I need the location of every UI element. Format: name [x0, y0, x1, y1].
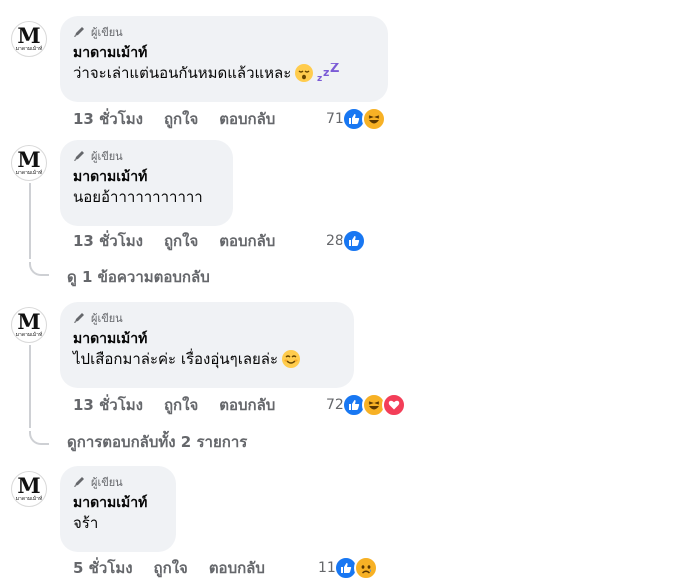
reaction-summary[interactable]: 28 [326, 229, 366, 253]
like-reaction-icon [341, 229, 366, 253]
comment-2: M มาดามเม้าท์ ผู้เขียน มาดามเม้าท์ นอยอ้… [0, 140, 700, 290]
view-replies-link[interactable]: ดูการตอบกลับทั้ง 2 รายการ [67, 430, 247, 454]
love-reaction-icon [381, 393, 406, 417]
author-name[interactable]: มาดามเม้าท์ [73, 493, 163, 513]
svg-text:z: z [317, 74, 322, 83]
haha-reaction-icon [361, 107, 386, 131]
comment-text: จร้า [73, 514, 99, 532]
reply-button[interactable]: ตอบกลับ [219, 107, 275, 131]
comment-text: ไปเสือกมาล่ะค่ะ เรื่องอุ่นๆเลยล่ะ [73, 349, 341, 369]
reaction-summary[interactable]: 11 [318, 556, 378, 580]
sad-reaction-icon [353, 556, 378, 580]
comment-actions: 13 ชั่วโมง ถูกใจ ตอบกลับ [73, 107, 275, 131]
timestamp[interactable]: 5 ชั่วโมง [73, 556, 133, 580]
timestamp[interactable]: 13 ชั่วโมง [73, 393, 143, 417]
comment-actions: 5 ชั่วโมง ถูกใจ ตอบกลับ [73, 556, 265, 580]
smiling-face-emoji [282, 350, 301, 368]
author-badge: ผู้เขียน [73, 311, 341, 325]
view-replies-link[interactable]: ดู 1 ข้อความตอบกลับ [67, 265, 210, 289]
like-button[interactable]: ถูกใจ [164, 229, 198, 253]
author-name[interactable]: มาดามเม้าท์ [73, 43, 375, 63]
avatar[interactable]: M มาดามเม้าท์ [11, 307, 47, 343]
thread-line [29, 345, 31, 428]
comment-text: ว่าจะเล่าแต่นอนกันหมดแล้วแหละ zzZ [73, 63, 340, 83]
sleepy-face-emoji [295, 64, 314, 82]
like-button[interactable]: ถูกใจ [154, 556, 188, 580]
timestamp[interactable]: 13 ชั่วโมง [73, 107, 143, 131]
comment-actions: 13 ชั่วโมง ถูกใจ ตอบกลับ [73, 393, 275, 417]
author-name[interactable]: มาดามเม้าท์ [73, 167, 220, 187]
comment-bubble: ผู้เขียน มาดามเม้าท์ นอยอ้าาาาาาาาาาา [60, 140, 233, 226]
svg-text:Z: Z [330, 63, 339, 76]
comment-actions: 13 ชั่วโมง ถูกใจ ตอบกลับ [73, 229, 275, 253]
author-badge: ผู้เขียน [73, 25, 375, 39]
thread-curve [29, 431, 49, 445]
thread-curve [29, 262, 49, 276]
like-button[interactable]: ถูกใจ [164, 393, 198, 417]
reaction-summary[interactable]: 71 [326, 107, 386, 131]
author-name[interactable]: มาดามเม้าท์ [73, 329, 341, 349]
like-button[interactable]: ถูกใจ [164, 107, 198, 131]
reply-button[interactable]: ตอบกลับ [209, 556, 265, 580]
comment-bubble: ผู้เขียน มาดามเม้าท์ ไปเสือกมาล่ะค่ะ เรื… [60, 302, 354, 388]
svg-text:z: z [323, 66, 329, 79]
pencil-icon [74, 151, 84, 161]
avatar[interactable]: M มาดามเม้าท์ [11, 471, 47, 507]
comment-bubble: ผู้เขียน มาดามเม้าท์ ว่าจะเล่าแต่นอนกันห… [60, 16, 388, 102]
timestamp[interactable]: 13 ชั่วโมง [73, 229, 143, 253]
reply-button[interactable]: ตอบกลับ [219, 229, 275, 253]
thread-line [29, 183, 31, 259]
author-badge: ผู้เขียน [73, 149, 220, 163]
pencil-icon [74, 477, 84, 487]
comment-3: M มาดามเม้าท์ ผู้เขียน มาดามเม้าท์ ไปเสื… [0, 300, 700, 460]
pencil-icon [74, 27, 84, 37]
reply-button[interactable]: ตอบกลับ [219, 393, 275, 417]
zzz-emoji: zzZ [317, 63, 339, 83]
avatar[interactable]: M มาดามเม้าท์ [11, 145, 47, 181]
pencil-icon [74, 313, 84, 323]
comment-text: นอยอ้าาาาาาาาาาา [73, 188, 203, 206]
author-badge: ผู้เขียน [73, 475, 163, 489]
reaction-summary[interactable]: 72 [326, 393, 406, 417]
comment-4: M มาดามเม้าท์ ผู้เขียน มาดามเม้าท์ จร้า … [0, 464, 700, 582]
avatar[interactable]: M มาดามเม้าท์ [11, 21, 47, 57]
comment-bubble: ผู้เขียน มาดามเม้าท์ จร้า [60, 466, 176, 552]
comment-1: M มาดามเม้าท์ ผู้เขียน มาดามเม้าท์ ว่าจะ… [0, 0, 700, 140]
